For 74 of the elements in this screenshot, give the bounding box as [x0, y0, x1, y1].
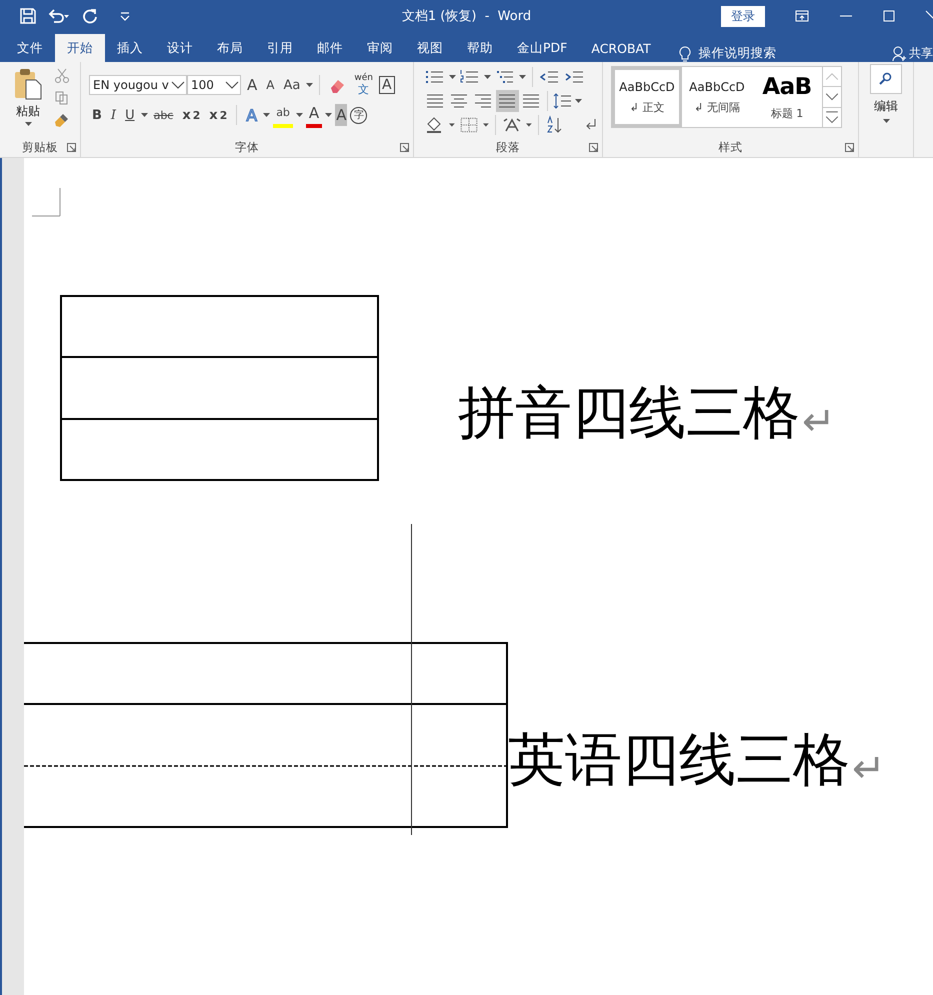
caret-icon: [306, 83, 314, 87]
style-gallery-item[interactable]: AaB 标题 1: [752, 67, 822, 127]
corner-mark: [32, 188, 60, 216]
maximize-icon[interactable]: [883, 10, 895, 22]
ribbon-tab[interactable]: 文件: [0, 34, 55, 62]
font-color-button[interactable]: A: [306, 102, 322, 128]
copy-icon[interactable]: [54, 90, 70, 106]
redo-icon[interactable]: [82, 8, 98, 24]
clipboard-icon: [13, 67, 43, 101]
style-gallery-item[interactable]: AaBbCcD ↲ 无间隔: [682, 67, 752, 127]
ribbon-tab[interactable]: 视图: [405, 34, 455, 62]
caret-icon: [575, 99, 582, 103]
save-icon[interactable]: [20, 8, 36, 24]
dialog-launcher-icon[interactable]: [67, 143, 76, 152]
bold-button[interactable]: B: [89, 104, 105, 126]
caret-icon: [882, 119, 890, 123]
sign-in-button[interactable]: 登录: [721, 6, 765, 26]
dialog-launcher-icon[interactable]: [845, 143, 854, 152]
font-size-field[interactable]: 100: [187, 75, 241, 95]
share-button[interactable]: 共享: [909, 45, 933, 62]
character-border-button[interactable]: A: [378, 76, 395, 94]
caret-icon: [449, 123, 455, 127]
caret-icon: [263, 113, 270, 117]
ribbon-tab[interactable]: 金山PDF: [505, 34, 580, 62]
caret-icon: [24, 122, 32, 126]
justify-button[interactable]: [496, 90, 519, 112]
caret-icon: [325, 113, 332, 117]
ribbon-tab[interactable]: 插入: [105, 34, 155, 62]
ribbon-tab[interactable]: 开始: [55, 34, 105, 62]
search-icon: [879, 72, 893, 86]
caret-icon: [519, 75, 526, 79]
group-label: 样式: [718, 140, 742, 154]
strikethrough-button[interactable]: abc: [150, 104, 176, 126]
ribbon-tab[interactable]: 帮助: [455, 34, 505, 62]
caret-icon: [526, 123, 532, 127]
dialog-launcher-icon[interactable]: [400, 143, 409, 152]
highlight-button[interactable]: ab: [273, 102, 293, 128]
italic-button[interactable]: I: [108, 104, 120, 126]
brush-icon[interactable]: [54, 112, 70, 128]
caret-icon: [449, 75, 456, 79]
english-heading: 英语四线三格↵: [508, 732, 886, 789]
grow-font-button[interactable]: A: [244, 74, 260, 96]
ribbon-tab[interactable]: 布局: [205, 34, 255, 62]
ribbon-tab[interactable]: 审阅: [355, 34, 405, 62]
shrink-font-button[interactable]: A: [263, 74, 278, 96]
phonetic-guide-button[interactable]: wén 文: [351, 74, 376, 96]
caret-icon: [482, 123, 489, 127]
window-title: 文档1 (恢复) - Word: [402, 9, 532, 24]
underline-button[interactable]: U: [122, 104, 138, 126]
dropdown-icon[interactable]: [224, 80, 240, 90]
caret-icon: [484, 75, 491, 79]
font-name-field[interactable]: EN yougou v: [89, 75, 187, 95]
pinyin-heading: 拼音四线三格↵: [458, 385, 836, 442]
group-label: 字体: [235, 140, 259, 154]
character-shading-button[interactable]: A: [335, 104, 348, 126]
ribbon-tab[interactable]: 设计: [155, 34, 205, 62]
ribbon-tab[interactable]: 邮件: [305, 34, 355, 62]
group-label: 段落: [496, 140, 520, 154]
tell-me-field[interactable]: 操作说明搜索: [698, 45, 777, 62]
dropdown-icon[interactable]: [170, 80, 186, 90]
undo-icon[interactable]: [48, 8, 70, 24]
dialog-launcher-icon[interactable]: [589, 143, 598, 152]
group-label: 剪贴板: [22, 140, 58, 154]
change-case-button[interactable]: Aa: [280, 74, 304, 96]
caret-icon: [296, 113, 303, 117]
caret-icon: [140, 113, 148, 117]
scissors-icon[interactable]: [54, 68, 70, 84]
paste-button[interactable]: 粘贴: [10, 67, 46, 137]
enclose-character-button[interactable]: 字: [350, 106, 368, 124]
ribbon-display-icon[interactable]: [795, 10, 809, 22]
ribbon-tab[interactable]: ACROBAT: [579, 34, 663, 62]
style-gallery-item[interactable]: AaBbCcD ↲ 正文: [612, 67, 682, 127]
editing-button[interactable]: 编辑: [859, 62, 913, 125]
ribbon-tab[interactable]: 引用: [255, 34, 305, 62]
